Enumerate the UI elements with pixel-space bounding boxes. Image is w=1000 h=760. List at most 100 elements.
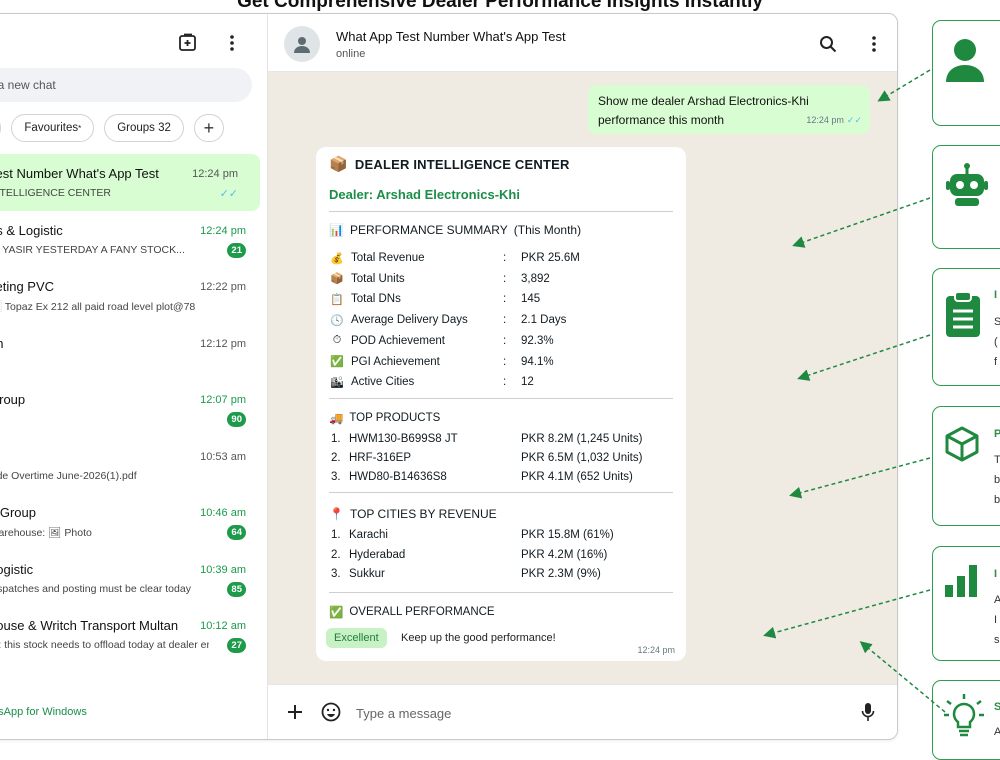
- feature-text-line: b: [994, 474, 1000, 486]
- dealer-intelligence-card[interactable]: 📦 DEALER INTELLIGENCE CENTER Dealer: Ars…: [316, 147, 686, 661]
- chat-pane: What App Test Number What's App Test onl…: [268, 14, 897, 739]
- search-input[interactable]: t a new chat: [0, 68, 252, 102]
- chat-list-item[interactable]: Group 12:07 pm 90: [0, 380, 268, 437]
- message-input[interactable]: Type a message: [356, 706, 451, 721]
- rank-number: 3.: [331, 471, 341, 483]
- divider: [329, 492, 673, 493]
- top-cities-title: 📍 TOP CITIES BY REVENUE: [329, 507, 497, 521]
- feature-text-line: S: [994, 316, 1000, 328]
- metric-label: Total DNs: [351, 293, 401, 306]
- chat-time: 10:12 am: [200, 620, 246, 632]
- item-value: PKR 6.5M (1,032 Units): [521, 452, 643, 464]
- chat-list-item[interactable]: Logistic 10:39 am dispatches and posting m…: [0, 550, 268, 607]
- chat-time: 10:53 am: [200, 450, 246, 463]
- performance-summary-suffix: (This Month): [513, 223, 582, 237]
- new-chat-icon[interactable]: [177, 32, 199, 54]
- filter-chip-favourites[interactable]: Favourites *: [11, 114, 95, 142]
- chat-time: 12:07 pm: [200, 394, 246, 406]
- chat-preview: vide Overtime June-2026(1).pdf: [0, 469, 137, 482]
- chat-name: n Group: [0, 505, 36, 520]
- avatar[interactable]: [284, 26, 320, 62]
- feature-box-bot: [932, 145, 1000, 249]
- filter-chip-all[interactable]: 9: [0, 114, 2, 142]
- chat-list-item[interactable]: Test Number What's App Test 12:24 pm INTEL…: [0, 154, 260, 211]
- metric-value: 12: [521, 376, 534, 389]
- summary-row: 📋 Total DNs: 145: [329, 289, 669, 309]
- emoji-icon[interactable]: [320, 701, 342, 723]
- performance-note: Keep up the good performance!: [401, 632, 556, 644]
- feature-text-line: (: [994, 336, 998, 348]
- metric-label: PGI Achievement: [351, 355, 440, 368]
- chat-list-item[interactable]: an 12:12 pm: [0, 324, 268, 381]
- rank-number: 2.: [331, 548, 341, 561]
- feature-title: P: [994, 428, 1000, 440]
- chat-list-item[interactable]: n Group 10:46 am Warehouse: 🖼 Photo 64: [0, 493, 268, 550]
- chat-list-item[interactable]: 10:53 am vide Overtime June-2026(1).pdf: [0, 437, 268, 494]
- metric-value: 3,892: [521, 272, 550, 285]
- metric-icon: ⏱: [332, 334, 342, 347]
- summary-row: 💰 Total Revenue: PKR 25.6M: [329, 248, 669, 268]
- rank-number: 2.: [331, 452, 341, 464]
- feature-text-line: T: [994, 454, 1000, 466]
- city-row: 1. Karachi PKR 15.8M (61%): [329, 529, 669, 548]
- separator: :: [503, 376, 507, 389]
- chat-preview: HI YASIR YESTERDAY A FANY STOCK...: [0, 243, 185, 256]
- filter-chip-groups[interactable]: Groups 32: [104, 114, 184, 142]
- person-icon: [943, 36, 987, 84]
- menu-dots-icon[interactable]: [221, 32, 243, 54]
- read-ticks-icon: ✓✓: [846, 115, 862, 125]
- favourites-mark: *: [78, 123, 82, 133]
- chat-preview: Warehouse: 🖼 Photo: [0, 527, 92, 539]
- chat-header[interactable]: What App Test Number What's App Test onl…: [268, 14, 897, 72]
- chat-time: 12:12 pm: [200, 337, 246, 350]
- top-cities-label: TOP CITIES BY REVENUE: [349, 507, 497, 521]
- sidebar-toolbar: [177, 32, 243, 54]
- contact-name: What App Test Number What's App Test: [336, 29, 566, 44]
- chat-preview: er: this stock needs to offload today at…: [0, 639, 209, 651]
- feature-box-user: [932, 20, 1000, 126]
- add-filter-icon[interactable]: +: [193, 114, 224, 142]
- item-value: PKR 4.1M (652 Units): [521, 471, 633, 483]
- chat-list-item[interactable]: es & Logistic 12:24 pm HI YASIR YESTERDAY …: [0, 211, 268, 268]
- performance-badge: Excellent: [326, 628, 387, 648]
- chat-preview: INTELLIGENCE CENTER: [0, 187, 111, 199]
- message-composer: Type a message: [268, 684, 897, 739]
- feature-title: I: [994, 568, 998, 580]
- attach-plus-icon[interactable]: [284, 701, 306, 723]
- metric-icon: ✅: [330, 356, 344, 368]
- separator: :: [503, 314, 507, 327]
- metric-icon: 📋: [330, 293, 344, 306]
- feature-title: I: [994, 289, 998, 301]
- search-icon[interactable]: [817, 33, 839, 55]
- chat-preview: 📊 Topaz Ex 212 all paid road level plot@…: [0, 301, 196, 313]
- menu-dots-icon[interactable]: [863, 33, 885, 55]
- divider: [329, 592, 673, 593]
- robot-icon: [943, 162, 991, 210]
- outgoing-message[interactable]: Show me dealer Arshad Electronics-Khi pe…: [588, 85, 870, 134]
- rank-number: 3.: [331, 568, 341, 580]
- divider: [329, 398, 673, 399]
- chat-list-item[interactable]: house & Writch Transport Multan 10:12 am e…: [0, 606, 268, 663]
- separator: :: [503, 355, 507, 368]
- performance-summary-label: PERFORMANCE SUMMARY: [349, 223, 508, 237]
- feature-text-line: f: [994, 356, 998, 368]
- chat-time: 12:22 pm: [200, 281, 246, 293]
- summary-row: ⏱ POD Achievement: 92.3%: [329, 331, 669, 351]
- feature-text-line: I: [994, 614, 998, 626]
- feature-box-tips: S A: [932, 680, 1000, 760]
- chat-name: keting PVC: [0, 279, 55, 294]
- message-time: 12:24 pm ✓✓: [806, 111, 862, 130]
- sidebar: t a new chat 9 Favourites* Groups 32 + T…: [0, 14, 268, 739]
- feature-box-summary: I S ( f: [932, 268, 1000, 386]
- rank-number: 1.: [331, 529, 341, 541]
- separator: :: [503, 293, 507, 306]
- clipboard-icon: [943, 289, 983, 339]
- separator: :: [503, 252, 507, 264]
- chat-name: house & Writch Transport Multan: [0, 618, 179, 633]
- microphone-icon[interactable]: [857, 701, 879, 723]
- item-name: HWM130-B699S8 JT: [349, 433, 458, 445]
- unread-badge: 21: [227, 242, 246, 258]
- item-value: PKR 8.2M (1,245 Units): [521, 433, 643, 445]
- metric-label: POD Achievement: [351, 334, 445, 347]
- chat-list-item[interactable]: keting PVC 12:22 pm 📊 Topaz Ex 212 all pai…: [0, 267, 268, 324]
